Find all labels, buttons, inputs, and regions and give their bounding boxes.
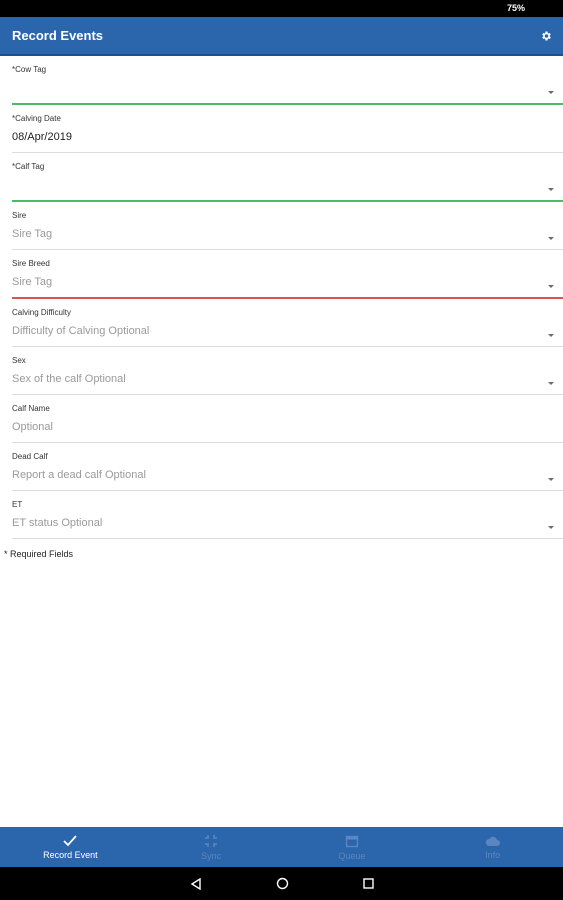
cow-tag-field[interactable]: *Cow Tag — [12, 56, 563, 105]
battery-level: 75% — [506, 3, 525, 13]
nav-queue-label: Queue — [338, 850, 366, 861]
sex-select[interactable]: Sex of the calf Optional — [12, 365, 563, 394]
sire-breed-select[interactable]: Sire Tag — [12, 268, 563, 297]
chevron-down-icon[interactable] — [548, 91, 554, 94]
calf-tag-input[interactable] — [12, 171, 563, 200]
record-event-form: *Cow Tag *Calving Date 08/Apr/2019 *Calf… — [0, 56, 563, 539]
et-select[interactable]: ET status Optional — [12, 509, 563, 538]
calf-tag-field[interactable]: *Calf Tag — [12, 153, 563, 202]
et-label: ET — [12, 500, 23, 509]
cloud-icon — [485, 836, 500, 846]
calving-difficulty-select[interactable]: Difficulty of Calving Optional — [12, 317, 563, 346]
calving-date-field[interactable]: *Calving Date 08/Apr/2019 — [12, 105, 563, 153]
calf-name-input[interactable]: Optional — [12, 413, 563, 442]
chevron-down-icon[interactable] — [548, 382, 554, 385]
check-icon — [63, 834, 78, 846]
sire-label: Sire — [12, 211, 27, 220]
chevron-down-icon[interactable] — [548, 334, 554, 337]
chevron-down-icon[interactable] — [548, 285, 554, 288]
cow-tag-input[interactable] — [12, 74, 563, 103]
sire-breed-label: Sire Breed — [12, 259, 50, 268]
nav-info-label: Info — [485, 849, 501, 860]
required-fields-note: * Required Fields — [4, 549, 74, 559]
sire-select[interactable]: Sire Tag — [12, 220, 563, 249]
nav-sync-label: Sync — [201, 850, 222, 861]
chevron-down-icon[interactable] — [548, 188, 554, 191]
gear-icon[interactable] — [539, 29, 553, 43]
calf-name-label: Calf Name — [12, 404, 50, 413]
home-icon[interactable] — [276, 877, 289, 890]
sire-field[interactable]: Sire Sire Tag — [12, 202, 563, 250]
recents-icon[interactable] — [362, 878, 374, 889]
cow-tag-label: *Cow Tag — [12, 65, 47, 74]
calving-date-input[interactable]: 08/Apr/2019 — [12, 123, 563, 152]
chevron-down-icon[interactable] — [548, 237, 554, 240]
page-title: Record Events — [12, 28, 104, 43]
system-nav-bar — [0, 867, 563, 900]
calving-difficulty-label: Calving Difficulty — [12, 308, 71, 317]
bottom-nav: Record Event Sync Queue Info — [0, 827, 563, 867]
chevron-down-icon[interactable] — [548, 478, 554, 481]
sex-label: Sex — [12, 356, 26, 365]
nav-sync[interactable]: Sync — [141, 827, 282, 867]
back-icon[interactable] — [190, 877, 202, 890]
dead-calf-label: Dead Calf — [12, 452, 48, 461]
dead-calf-field[interactable]: Dead Calf Report a dead calf Optional — [12, 443, 563, 491]
chevron-down-icon[interactable] — [548, 526, 554, 529]
calf-name-field[interactable]: Calf Name Optional — [12, 395, 563, 443]
sync-icon — [205, 834, 218, 847]
calf-tag-label: *Calf Tag — [12, 162, 45, 171]
nav-record-event-label: Record Event — [43, 849, 98, 860]
nav-info[interactable]: Info — [422, 827, 563, 867]
app-bar: Record Events — [0, 17, 563, 56]
et-field[interactable]: ET ET status Optional — [12, 491, 563, 539]
calendar-icon — [345, 835, 359, 847]
nav-queue[interactable]: Queue — [282, 827, 423, 867]
calving-difficulty-field[interactable]: Calving Difficulty Difficulty of Calving… — [12, 299, 563, 347]
status-bar: 75% — [0, 0, 563, 17]
sex-field[interactable]: Sex Sex of the calf Optional — [12, 347, 563, 395]
nav-record-event[interactable]: Record Event — [0, 827, 141, 867]
dead-calf-select[interactable]: Report a dead calf Optional — [12, 461, 563, 490]
calving-date-label: *Calving Date — [12, 114, 61, 123]
sire-breed-field[interactable]: Sire Breed Sire Tag — [12, 250, 563, 299]
